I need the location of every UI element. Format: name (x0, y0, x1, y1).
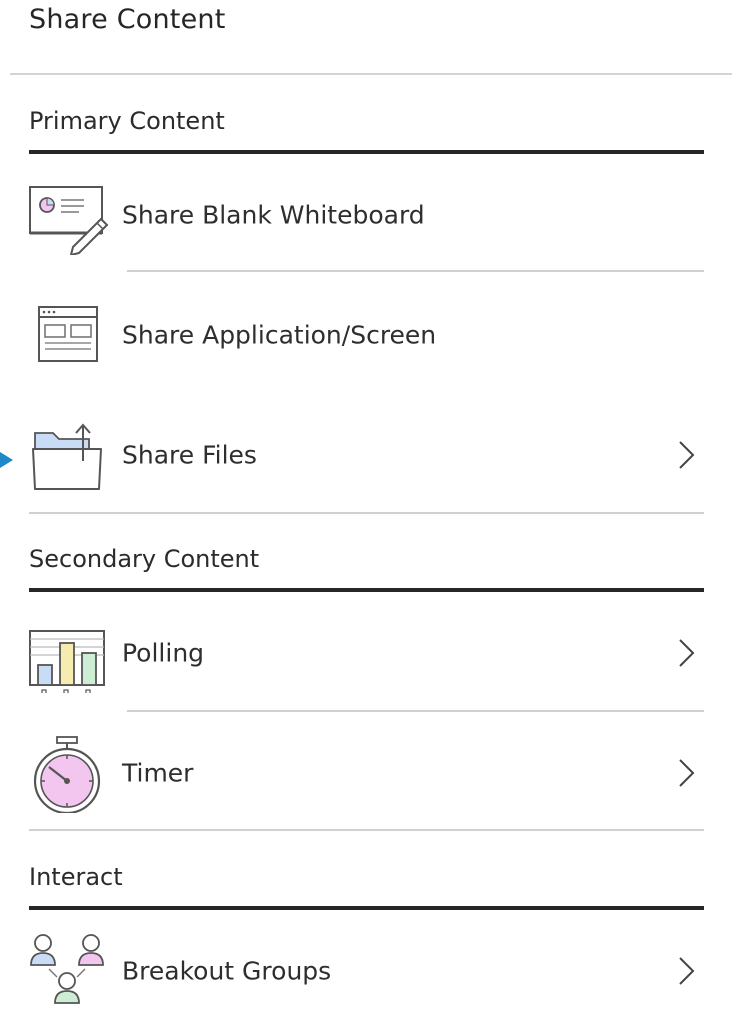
item-separator (127, 710, 704, 712)
title-divider (10, 73, 732, 75)
section-rule-primary (29, 150, 704, 154)
chevron-right-icon (676, 955, 696, 987)
section-separator (29, 829, 704, 831)
item-label: Timer (122, 758, 194, 788)
share-files-item[interactable]: Share Files (29, 400, 704, 510)
breakout-groups-item[interactable]: Breakout Groups (29, 916, 704, 1026)
stopwatch-icon (29, 733, 109, 813)
item-label: Share Blank Whiteboard (122, 200, 425, 230)
chevron-right-icon (676, 637, 696, 669)
breakout-groups-icon (29, 931, 109, 1011)
section-rule-secondary (29, 588, 704, 592)
section-heading-primary: Primary Content (29, 107, 225, 135)
item-label: Share Application/Screen (122, 320, 437, 350)
application-screen-icon (29, 295, 109, 375)
chevron-right-icon (676, 757, 696, 789)
item-label: Share Files (122, 440, 257, 470)
item-label: Breakout Groups (122, 956, 332, 986)
section-rule-interact (29, 906, 704, 910)
whiteboard-icon (29, 175, 109, 255)
share-blank-whiteboard-item[interactable]: Share Blank Whiteboard (29, 160, 704, 270)
section-heading-interact: Interact (29, 863, 123, 891)
item-label: Polling (122, 638, 205, 668)
poll-chart-icon (29, 613, 109, 693)
timer-item[interactable]: Timer (29, 718, 704, 828)
chevron-right-icon (676, 439, 696, 471)
panel-title: Share Content (29, 4, 226, 35)
section-separator (29, 512, 704, 514)
polling-item[interactable]: Polling (29, 598, 704, 708)
section-heading-secondary: Secondary Content (29, 545, 260, 573)
share-application-screen-item[interactable]: Share Application/Screen (29, 280, 704, 390)
item-separator (127, 270, 704, 272)
folder-upload-icon (29, 415, 109, 495)
focus-indicator-arrow-icon (0, 450, 14, 470)
